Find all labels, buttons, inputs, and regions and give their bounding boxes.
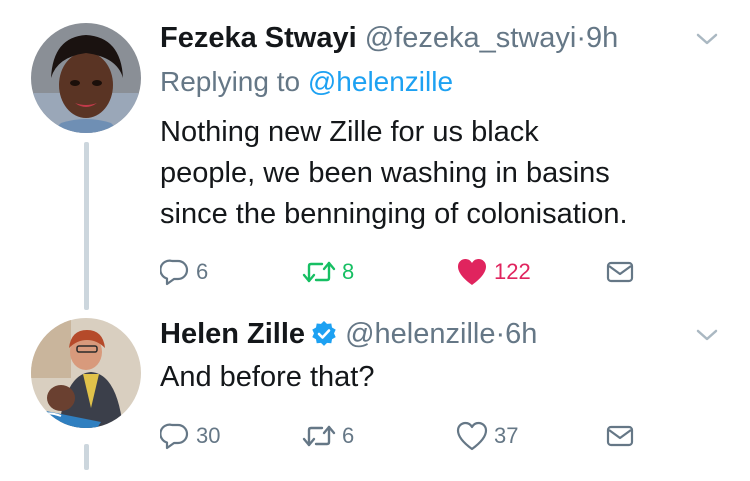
replying-to: Replying to @helenzille (160, 64, 453, 100)
like-count: 122 (494, 259, 531, 284)
heart-icon (456, 421, 488, 451)
tweet-actions: 6 8 122 (160, 252, 660, 292)
retweet-count: 8 (342, 259, 355, 284)
avatar[interactable] (31, 23, 141, 133)
verified-badge-icon (312, 321, 336, 346)
tweet-text-line: Nothing new Zille for us black (160, 116, 539, 148)
tweet-text-line: people, we been washing in basins (160, 157, 610, 189)
reply-button[interactable]: 6 (160, 252, 208, 292)
tweet-text: Nothing new Zille for us black people, w… (160, 112, 720, 235)
tweet-text-line: since the benninging of colonisation. (160, 198, 628, 230)
tweet-text-line: And before that? (160, 361, 375, 393)
retweet-button[interactable]: 8 (302, 252, 354, 292)
timestamp[interactable]: 9h (586, 22, 618, 54)
mention-link[interactable]: @helenzille (308, 66, 453, 97)
direct-message-button[interactable] (606, 416, 634, 456)
thread-line (84, 142, 89, 310)
tweet-header: Fezeka Stwayi @fezeka_stwayi·9h (160, 20, 618, 56)
replying-to-label: Replying to (160, 66, 301, 97)
tweet-header: Helen Zille @helenzille·6h (160, 316, 537, 352)
tweet-text: And before that? (160, 357, 720, 398)
envelope-icon (606, 425, 634, 447)
retweet-count: 6 (342, 423, 355, 448)
reply-icon (160, 423, 189, 450)
chevron-down-icon[interactable] (696, 32, 718, 46)
separator: · (576, 22, 586, 54)
thread-line (84, 444, 89, 470)
chevron-down-icon[interactable] (696, 328, 718, 342)
display-name[interactable]: Fezeka Stwayi (160, 22, 357, 54)
reply-button[interactable]: 30 (160, 416, 220, 456)
heart-icon (458, 259, 486, 285)
reply-count: 6 (196, 259, 209, 284)
timestamp[interactable]: 6h (505, 318, 537, 350)
direct-message-button[interactable] (606, 252, 634, 292)
separator: · (495, 318, 506, 350)
retweet-icon (302, 425, 336, 447)
avatar[interactable] (31, 318, 141, 428)
retweet-icon (302, 261, 336, 283)
tweet-actions: 30 6 37 (160, 416, 660, 456)
reply-icon (160, 259, 189, 286)
retweet-button[interactable]: 6 (302, 416, 354, 456)
reply-count: 30 (196, 423, 221, 448)
like-count: 37 (494, 423, 519, 448)
envelope-icon (606, 261, 634, 283)
like-button[interactable]: 37 (456, 416, 518, 456)
user-handle[interactable]: @helenzille (345, 318, 495, 350)
display-name[interactable]: Helen Zille (160, 318, 305, 350)
user-handle[interactable]: @fezeka_stwayi (365, 22, 577, 54)
like-button[interactable]: 122 (456, 252, 531, 292)
